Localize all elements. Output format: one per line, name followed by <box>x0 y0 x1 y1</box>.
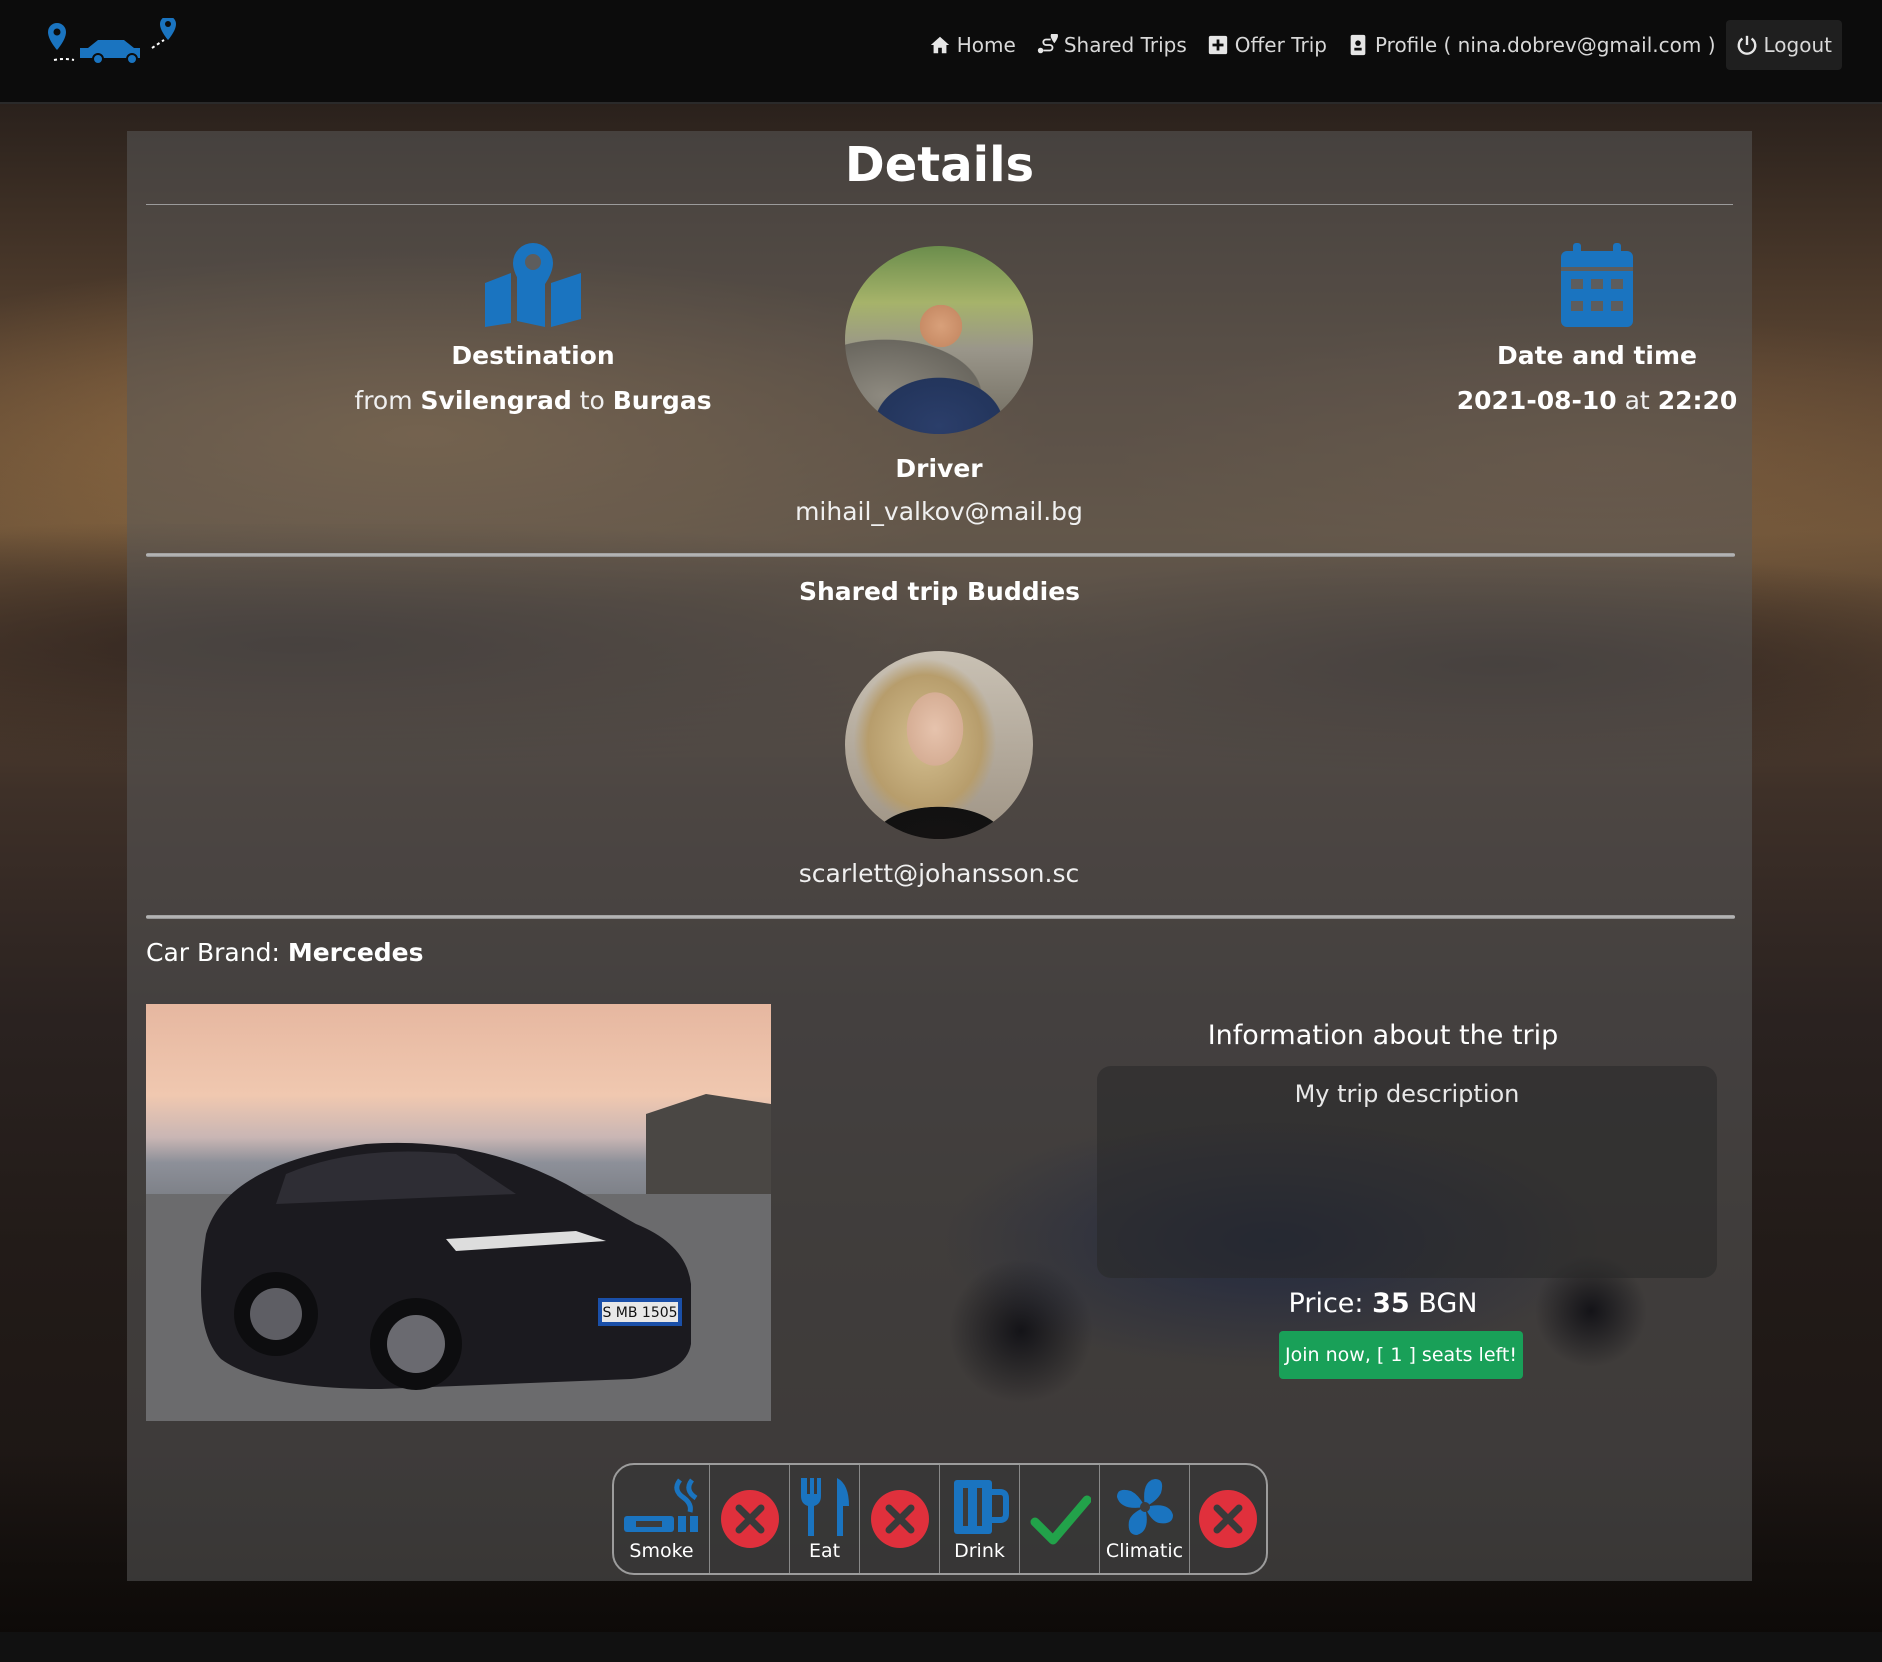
trip-description-text: My trip description <box>1294 1080 1520 1108</box>
trip-description: My trip description <box>1097 1066 1717 1278</box>
driver-block: Driver mihail_valkov@mail.bg <box>689 246 1189 526</box>
amenity-smoke-status <box>710 1465 790 1573</box>
car-brand: Car Brand: Mercedes <box>146 938 424 967</box>
amenity-eat: Eat <box>790 1465 860 1573</box>
check-icon <box>1030 1495 1091 1545</box>
page-title: Details <box>844 137 1035 193</box>
amenity-climatic: Climatic <box>1100 1465 1190 1573</box>
not-allowed-icon <box>870 1490 929 1548</box>
beer-icon <box>953 1480 1009 1534</box>
nav-shared-trips[interactable]: Shared Trips <box>1026 20 1197 70</box>
calendar-icon <box>1561 243 1633 327</box>
id-card-icon <box>1350 34 1366 56</box>
nav-profile[interactable]: Profile ( nina.dobrev@gmail.com ) <box>1337 20 1726 70</box>
fan-icon <box>1116 1479 1173 1535</box>
amenity-climatic-label: Climatic <box>1105 1540 1184 1562</box>
nav-home-label: Home <box>956 33 1016 57</box>
details-card: Details Destination from Svilengrad to B… <box>127 131 1752 1581</box>
map-marked-icon <box>485 243 581 327</box>
not-allowed-icon <box>1199 1490 1257 1548</box>
nav-offer-trip-label: Offer Trip <box>1234 33 1327 57</box>
amenities-bar: Smoke Eat Drink Climatic <box>612 1463 1268 1575</box>
datetime-value: 2021-08-10 at 22:20 <box>1347 386 1847 415</box>
utensils-icon <box>800 1478 849 1536</box>
amenity-climatic-status <box>1190 1465 1266 1573</box>
smoking-icon <box>623 1478 698 1532</box>
amenity-drink-label: Drink <box>954 1540 1005 1562</box>
nav-shared-trips-label: Shared Trips <box>1063 33 1187 57</box>
amenity-eat-label: Eat <box>808 1540 841 1562</box>
amenity-smoke: Smoke <box>614 1465 710 1573</box>
amenity-smoke-label: Smoke <box>629 1540 694 1562</box>
amenity-eat-status <box>860 1465 940 1573</box>
car-illustration: S MB 1505 <box>146 1094 771 1421</box>
license-plate: S MB 1505 <box>602 1305 677 1321</box>
buddy-email: scarlett@johansson.sc <box>798 859 1080 888</box>
not-allowed-icon <box>720 1490 779 1548</box>
buddy-avatar[interactable] <box>845 651 1033 839</box>
route-icon <box>1037 34 1058 54</box>
datetime-block: Date and time 2021-08-10 at 22:20 <box>1347 243 1847 415</box>
nav-menu: Home Shared Trips Offer Trip Profile ( n… <box>919 20 1842 70</box>
to-word: to <box>579 386 605 415</box>
join-trip-button[interactable]: Join now, [ 1 ] seats left! <box>1279 1331 1523 1379</box>
power-icon <box>1737 35 1756 55</box>
nav-offer-trip[interactable]: Offer Trip <box>1197 20 1337 70</box>
footer-band <box>0 1632 1882 1662</box>
amenity-drink-status <box>1020 1465 1100 1573</box>
carpool-logo-icon <box>48 16 176 65</box>
home-icon <box>930 36 949 54</box>
at-word: at <box>1624 386 1650 415</box>
carpool-logo[interactable] <box>34 16 204 78</box>
trip-info-heading: Information about the trip <box>1207 1020 1559 1051</box>
from-word: from <box>354 386 413 415</box>
nav-logout[interactable]: Logout <box>1725 20 1842 70</box>
amenity-drink: Drink <box>940 1465 1020 1573</box>
price-label: Price: <box>1288 1288 1364 1319</box>
trip-price: Price: 35 BGN <box>1073 1288 1693 1319</box>
navbar: Home Shared Trips Offer Trip Profile ( n… <box>0 0 1882 104</box>
from-city: Svilengrad <box>420 386 572 415</box>
car-brand-label: Car Brand: <box>146 938 280 967</box>
car-photo: S MB 1505 <box>146 1004 771 1421</box>
buddies-heading: Shared trip Buddies <box>798 577 1081 606</box>
section-divider <box>146 553 1735 557</box>
plus-square-icon <box>1208 35 1227 55</box>
car-brand-value: Mercedes <box>287 938 424 967</box>
nav-home[interactable]: Home <box>919 20 1026 70</box>
price-currency: BGN <box>1418 1288 1478 1319</box>
nav-profile-label: Profile ( nina.dobrev@gmail.com ) <box>1374 33 1716 57</box>
section-divider <box>146 915 1735 919</box>
title-divider <box>146 204 1733 205</box>
buddy-item: scarlett@johansson.sc <box>689 651 1189 888</box>
price-value: 35 <box>1372 1288 1410 1319</box>
driver-heading: Driver <box>895 454 983 483</box>
trip-date: 2021-08-10 <box>1456 386 1617 415</box>
driver-email: mihail_valkov@mail.bg <box>795 497 1083 526</box>
driver-avatar[interactable] <box>845 246 1033 434</box>
trip-time: 22:20 <box>1657 386 1738 415</box>
nav-logout-label: Logout <box>1763 33 1832 57</box>
datetime-heading: Date and time <box>1496 341 1698 370</box>
